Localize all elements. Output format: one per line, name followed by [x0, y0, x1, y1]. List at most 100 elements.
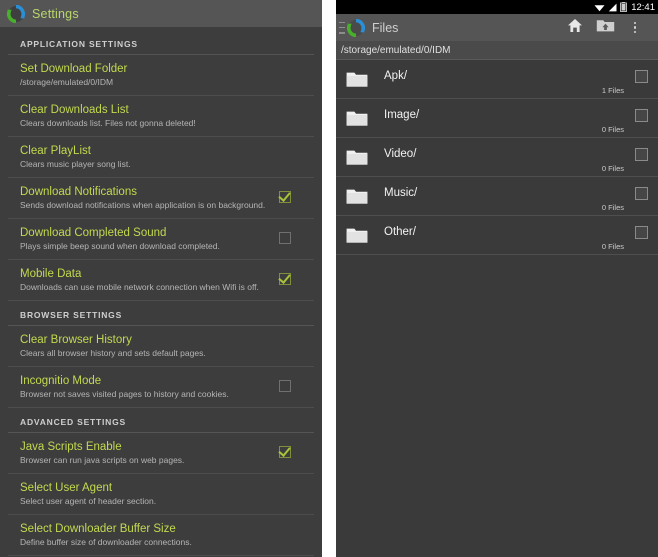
pref-summary: Clears music player song list. — [20, 159, 131, 169]
file-count: 0 Files — [601, 242, 624, 251]
pref-texts: Select Downloader Buffer Size Define buf… — [20, 522, 306, 548]
pref-texts: Download Completed Sound Plays simple be… — [20, 226, 278, 252]
folder-icon — [346, 227, 368, 244]
file-row[interactable]: Other/ 0 Files — [336, 216, 658, 255]
folder-up-icon — [596, 18, 615, 38]
pref-title: Select User Agent — [20, 482, 113, 494]
folder-icon — [346, 188, 368, 205]
pref-incognito-mode[interactable]: Incognitio Mode Browser not saves visite… — [8, 367, 314, 408]
files-action-bar: Files — [336, 14, 658, 41]
pref-download-completed-sound[interactable]: Download Completed Sound Plays simple be… — [8, 219, 314, 260]
file-row[interactable]: Video/ 0 Files — [336, 138, 658, 177]
file-count: 1 Files — [601, 86, 624, 95]
android-status-bar: 12:41 — [336, 0, 658, 14]
pref-clear-downloads-list[interactable]: Clear Downloads List Clears downloads li… — [8, 96, 314, 137]
checkbox-unchecked-icon — [279, 232, 291, 244]
pref-summary: Browser can run java scripts on web page… — [20, 455, 185, 465]
files-screen: 12:41 Files /storage/emulated/0/IDM Apk/… — [336, 0, 658, 557]
file-count: 0 Files — [601, 125, 624, 134]
parent-folder-button[interactable] — [590, 14, 620, 41]
file-select-checkbox[interactable] — [635, 108, 648, 122]
pref-texts: Mobile Data Downloads can use mobile net… — [20, 267, 278, 293]
pref-title: Mobile Data — [20, 268, 82, 280]
file-name: Image/ — [384, 109, 420, 121]
pref-title: Incognitio Mode — [20, 375, 102, 387]
file-select-checkbox[interactable] — [635, 69, 648, 83]
checkbox-checked-icon — [279, 446, 291, 458]
page-title: Settings — [32, 6, 79, 21]
pref-title: Clear Browser History — [20, 334, 132, 346]
file-select-checkbox[interactable] — [635, 225, 648, 239]
pref-select-downloader-buffer-size[interactable]: Select Downloader Buffer Size Define buf… — [8, 515, 314, 556]
overflow-menu-button[interactable] — [620, 14, 650, 41]
settings-screen: Settings APPLICATION SETTINGS Set Downlo… — [0, 0, 322, 557]
settings-list[interactable]: APPLICATION SETTINGS Set Download Folder… — [0, 27, 322, 557]
java-scripts-enable-checkbox[interactable] — [278, 445, 292, 459]
pref-title: Clear PlayList — [20, 145, 91, 157]
pref-summary: /storage/emulated/0/IDM — [20, 77, 114, 87]
pref-summary: Select user agent of header section. — [20, 496, 157, 506]
pref-texts: Clear Browser History Clears all browser… — [20, 333, 306, 359]
drawer-menu-icon[interactable] — [339, 21, 345, 34]
pref-title: Select Downloader Buffer Size — [20, 523, 176, 535]
pref-texts: Set Download Folder /storage/emulated/0/… — [20, 62, 306, 88]
current-path-bar: /storage/emulated/0/IDM — [336, 41, 658, 60]
file-select-checkbox[interactable] — [635, 147, 648, 161]
pref-texts: Clear PlayList Clears music player song … — [20, 144, 306, 170]
pref-texts: Clear Downloads List Clears downloads li… — [20, 103, 306, 129]
status-bar-clock: 12:41 — [631, 1, 655, 13]
pref-title: Download Notifications — [20, 186, 137, 198]
section-header-browser: BROWSER SETTINGS — [8, 301, 314, 326]
signal-icon — [608, 3, 617, 12]
folder-icon — [346, 110, 368, 127]
page-title: Files — [372, 20, 399, 35]
settings-action-bar: Settings — [0, 0, 322, 27]
file-name: Apk/ — [384, 70, 408, 82]
battery-icon — [620, 2, 628, 12]
file-row[interactable]: Apk/ 1 Files — [336, 60, 658, 99]
idm-refresh-logo-icon — [7, 4, 25, 23]
pref-title: Set Download Folder — [20, 63, 128, 75]
home-icon — [567, 18, 583, 38]
pref-summary: Downloads can use mobile network connect… — [20, 282, 259, 292]
file-select-checkbox[interactable] — [635, 186, 648, 200]
home-button[interactable] — [560, 14, 590, 41]
file-row[interactable]: Image/ 0 Files — [336, 99, 658, 138]
pref-texts: Incognitio Mode Browser not saves visite… — [20, 374, 278, 400]
panel-divider — [322, 0, 336, 557]
pref-select-user-agent[interactable]: Select User Agent Select user agent of h… — [8, 474, 314, 515]
section-header-advanced: ADVANCED SETTINGS — [8, 408, 314, 433]
pref-summary: Clears downloads list. Files not gonna d… — [20, 118, 196, 128]
pref-texts: Java Scripts Enable Browser can run java… — [20, 440, 278, 466]
pref-summary: Sends download notifications when applic… — [20, 200, 266, 210]
pref-mobile-data[interactable]: Mobile Data Downloads can use mobile net… — [8, 260, 314, 301]
checkbox-checked-icon — [279, 191, 291, 203]
idm-refresh-logo-icon — [347, 18, 365, 37]
mobile-data-checkbox[interactable] — [278, 272, 292, 286]
pref-summary: Browser not saves visited pages to histo… — [20, 389, 229, 399]
pref-title: Clear Downloads List — [20, 104, 129, 116]
pref-set-download-folder[interactable]: Set Download Folder /storage/emulated/0/… — [8, 55, 314, 96]
checkbox-checked-icon — [279, 273, 291, 285]
file-count: 0 Files — [601, 203, 624, 212]
pref-java-scripts-enable[interactable]: Java Scripts Enable Browser can run java… — [8, 433, 314, 474]
file-count: 0 Files — [601, 164, 624, 173]
pref-title: Java Scripts Enable — [20, 441, 122, 453]
folder-icon — [346, 149, 368, 166]
pref-download-notifications[interactable]: Download Notifications Sends download no… — [8, 178, 314, 219]
file-name: Video/ — [384, 148, 417, 160]
file-row[interactable]: Music/ 0 Files — [336, 177, 658, 216]
section-header-application: APPLICATION SETTINGS — [8, 30, 314, 55]
incognito-mode-checkbox[interactable] — [278, 379, 292, 393]
pref-clear-playlist[interactable]: Clear PlayList Clears music player song … — [8, 137, 314, 178]
checkbox-unchecked-icon — [279, 380, 291, 392]
wifi-icon — [594, 3, 605, 12]
download-completed-sound-checkbox[interactable] — [278, 231, 292, 245]
download-notifications-checkbox[interactable] — [278, 190, 292, 204]
files-empty-area — [336, 256, 658, 557]
pref-summary: Clears all browser history and sets defa… — [20, 348, 206, 358]
file-name: Music/ — [384, 187, 418, 199]
pref-clear-browser-history[interactable]: Clear Browser History Clears all browser… — [8, 326, 314, 367]
pref-summary: Plays simple beep sound when download co… — [20, 241, 220, 251]
pref-summary: Define buffer size of downloader connect… — [20, 537, 192, 547]
